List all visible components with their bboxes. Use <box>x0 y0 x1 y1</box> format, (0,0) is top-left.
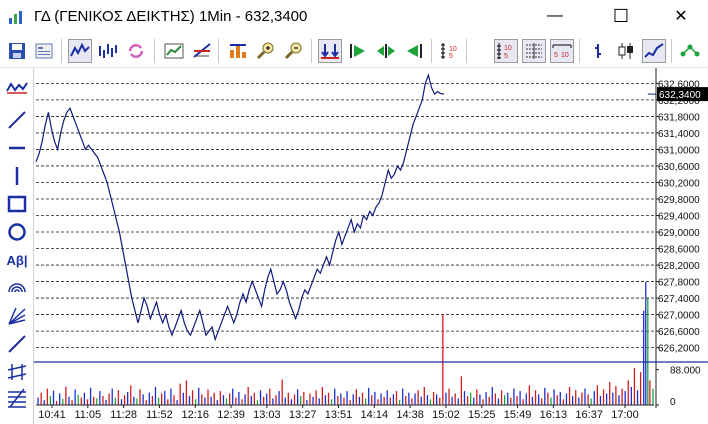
minimize-button[interactable]: — <box>532 0 578 32</box>
toolbar: 10 5 10 5 5 10 <box>0 34 708 68</box>
vertical-line-icon[interactable] <box>4 164 30 188</box>
line-chart-icon[interactable] <box>68 39 92 63</box>
auto-scale-icon[interactable] <box>318 39 342 63</box>
drawing-toolbar: Αβ| <box>0 68 34 424</box>
price-tick-label: 627,4000 <box>658 294 700 305</box>
time-tick-label: 16:13 <box>540 409 568 421</box>
rectangle-icon[interactable] <box>4 192 30 216</box>
time-tick-label: 16:37 <box>575 409 603 421</box>
price-volume-chart[interactable]: 632,6000632,2000631,8000631,4000631,0000… <box>34 68 708 424</box>
buy-sell-icon[interactable] <box>226 39 250 63</box>
horizontal-line-icon[interactable] <box>4 136 30 160</box>
price-tick-label: 631,8000 <box>658 112 700 123</box>
chart-study-icon[interactable] <box>162 39 186 63</box>
time-tick-label: 17:00 <box>611 409 639 421</box>
price-tick-label: 626,2000 <box>658 344 700 355</box>
time-tick-label: 15:25 <box>468 409 496 421</box>
maximize-button[interactable]: ☐ <box>598 0 644 32</box>
network-icon[interactable] <box>678 39 702 63</box>
window-title: ΓΔ (ΓΕΝΙΚΟΣ ΔΕΙΚΤΗΣ) 1Min - 632,3400 <box>34 8 308 25</box>
time-tick-label: 13:51 <box>325 409 353 421</box>
play-forward-icon[interactable] <box>346 39 370 63</box>
play-back-icon[interactable] <box>402 39 426 63</box>
time-tick-label: 10:41 <box>38 409 66 421</box>
ellipse-icon[interactable] <box>4 220 30 244</box>
price-tick-label: 628,2000 <box>658 261 700 272</box>
price-tick-label: 628,6000 <box>658 245 700 256</box>
trendline-icon[interactable] <box>190 39 214 63</box>
tick-chart-icon[interactable] <box>586 39 610 63</box>
svg-text:10: 10 <box>504 45 512 52</box>
last-value-label: 632,3400 <box>659 90 701 101</box>
close-button[interactable]: ✕ <box>658 0 704 32</box>
title-bar[interactable]: ΓΔ (ΓΕΝΙΚΟΣ ΔΕΙΚΤΗΣ) 1Min - 632,3400 — ☐… <box>0 0 708 34</box>
price-tick-label: 627,8000 <box>658 278 700 289</box>
price-tick-label: 631,4000 <box>658 129 700 140</box>
trend-line-icon[interactable] <box>4 108 30 132</box>
volume-tick-label: 0 <box>670 397 676 408</box>
save-icon[interactable] <box>5 39 29 63</box>
time-tick-label: 13:27 <box>289 409 317 421</box>
properties-icon[interactable] <box>32 39 56 63</box>
svg-text:5: 5 <box>504 53 508 60</box>
time-tick-label: 13:03 <box>253 409 281 421</box>
line-icon[interactable] <box>4 332 30 356</box>
price-tick-label: 630,2000 <box>658 178 700 189</box>
refresh-icon[interactable] <box>124 39 148 63</box>
svg-text:5: 5 <box>554 52 558 59</box>
line-style-icon[interactable] <box>642 39 666 63</box>
zoom-in-icon[interactable] <box>254 39 278 63</box>
time-tick-label: 11:52 <box>146 409 173 421</box>
time-tick-label: 11:28 <box>110 409 137 421</box>
price-tick-label: 629,8000 <box>658 195 700 206</box>
svg-text:10: 10 <box>449 46 457 53</box>
price-tick-label: 626,6000 <box>658 327 700 338</box>
svg-text:5: 5 <box>449 53 453 60</box>
chart-window: ΓΔ (ΓΕΝΙΚΟΣ ΔΕΙΚΤΗΣ) 1Min - 632,3400 — ☐… <box>0 0 708 424</box>
scale-icon[interactable]: 10 5 <box>438 39 462 63</box>
arc-icon[interactable] <box>4 276 30 300</box>
volume-tick-label: 88.000 <box>670 366 701 377</box>
candlestick-icon[interactable] <box>614 39 638 63</box>
fibonacci-icon[interactable] <box>4 386 30 410</box>
time-tick-label: 12:16 <box>181 409 209 421</box>
price-tick-label: 631,0000 <box>658 145 700 156</box>
values-table-icon[interactable]: 10 5 <box>494 39 518 63</box>
time-tick-label: 11:05 <box>74 409 101 421</box>
time-tick-label: 14:14 <box>361 409 389 421</box>
numbers-table-icon[interactable]: 5 10 <box>550 39 574 63</box>
price-tick-label: 630,6000 <box>658 162 700 173</box>
zoom-out-icon[interactable] <box>282 39 306 63</box>
fan-icon[interactable] <box>4 304 30 328</box>
time-tick-label: 14:38 <box>396 409 424 421</box>
price-tick-label: 629,0000 <box>658 228 700 239</box>
indicator-icon[interactable] <box>4 76 30 100</box>
time-tick-label: 12:39 <box>217 409 245 421</box>
price-tick-label: 629,4000 <box>658 212 700 223</box>
grid-table-icon[interactable] <box>522 39 546 63</box>
channel-icon[interactable] <box>4 360 30 384</box>
bar-chart-icon[interactable] <box>96 39 120 63</box>
play-center-icon[interactable] <box>374 39 398 63</box>
svg-text:10: 10 <box>561 52 569 59</box>
text-tool-icon[interactable]: Αβ| <box>4 248 30 272</box>
price-tick-label: 627,0000 <box>658 311 700 322</box>
time-tick-label: 15:02 <box>432 409 460 421</box>
time-tick-label: 15:49 <box>504 409 532 421</box>
app-chart-icon <box>9 11 22 24</box>
